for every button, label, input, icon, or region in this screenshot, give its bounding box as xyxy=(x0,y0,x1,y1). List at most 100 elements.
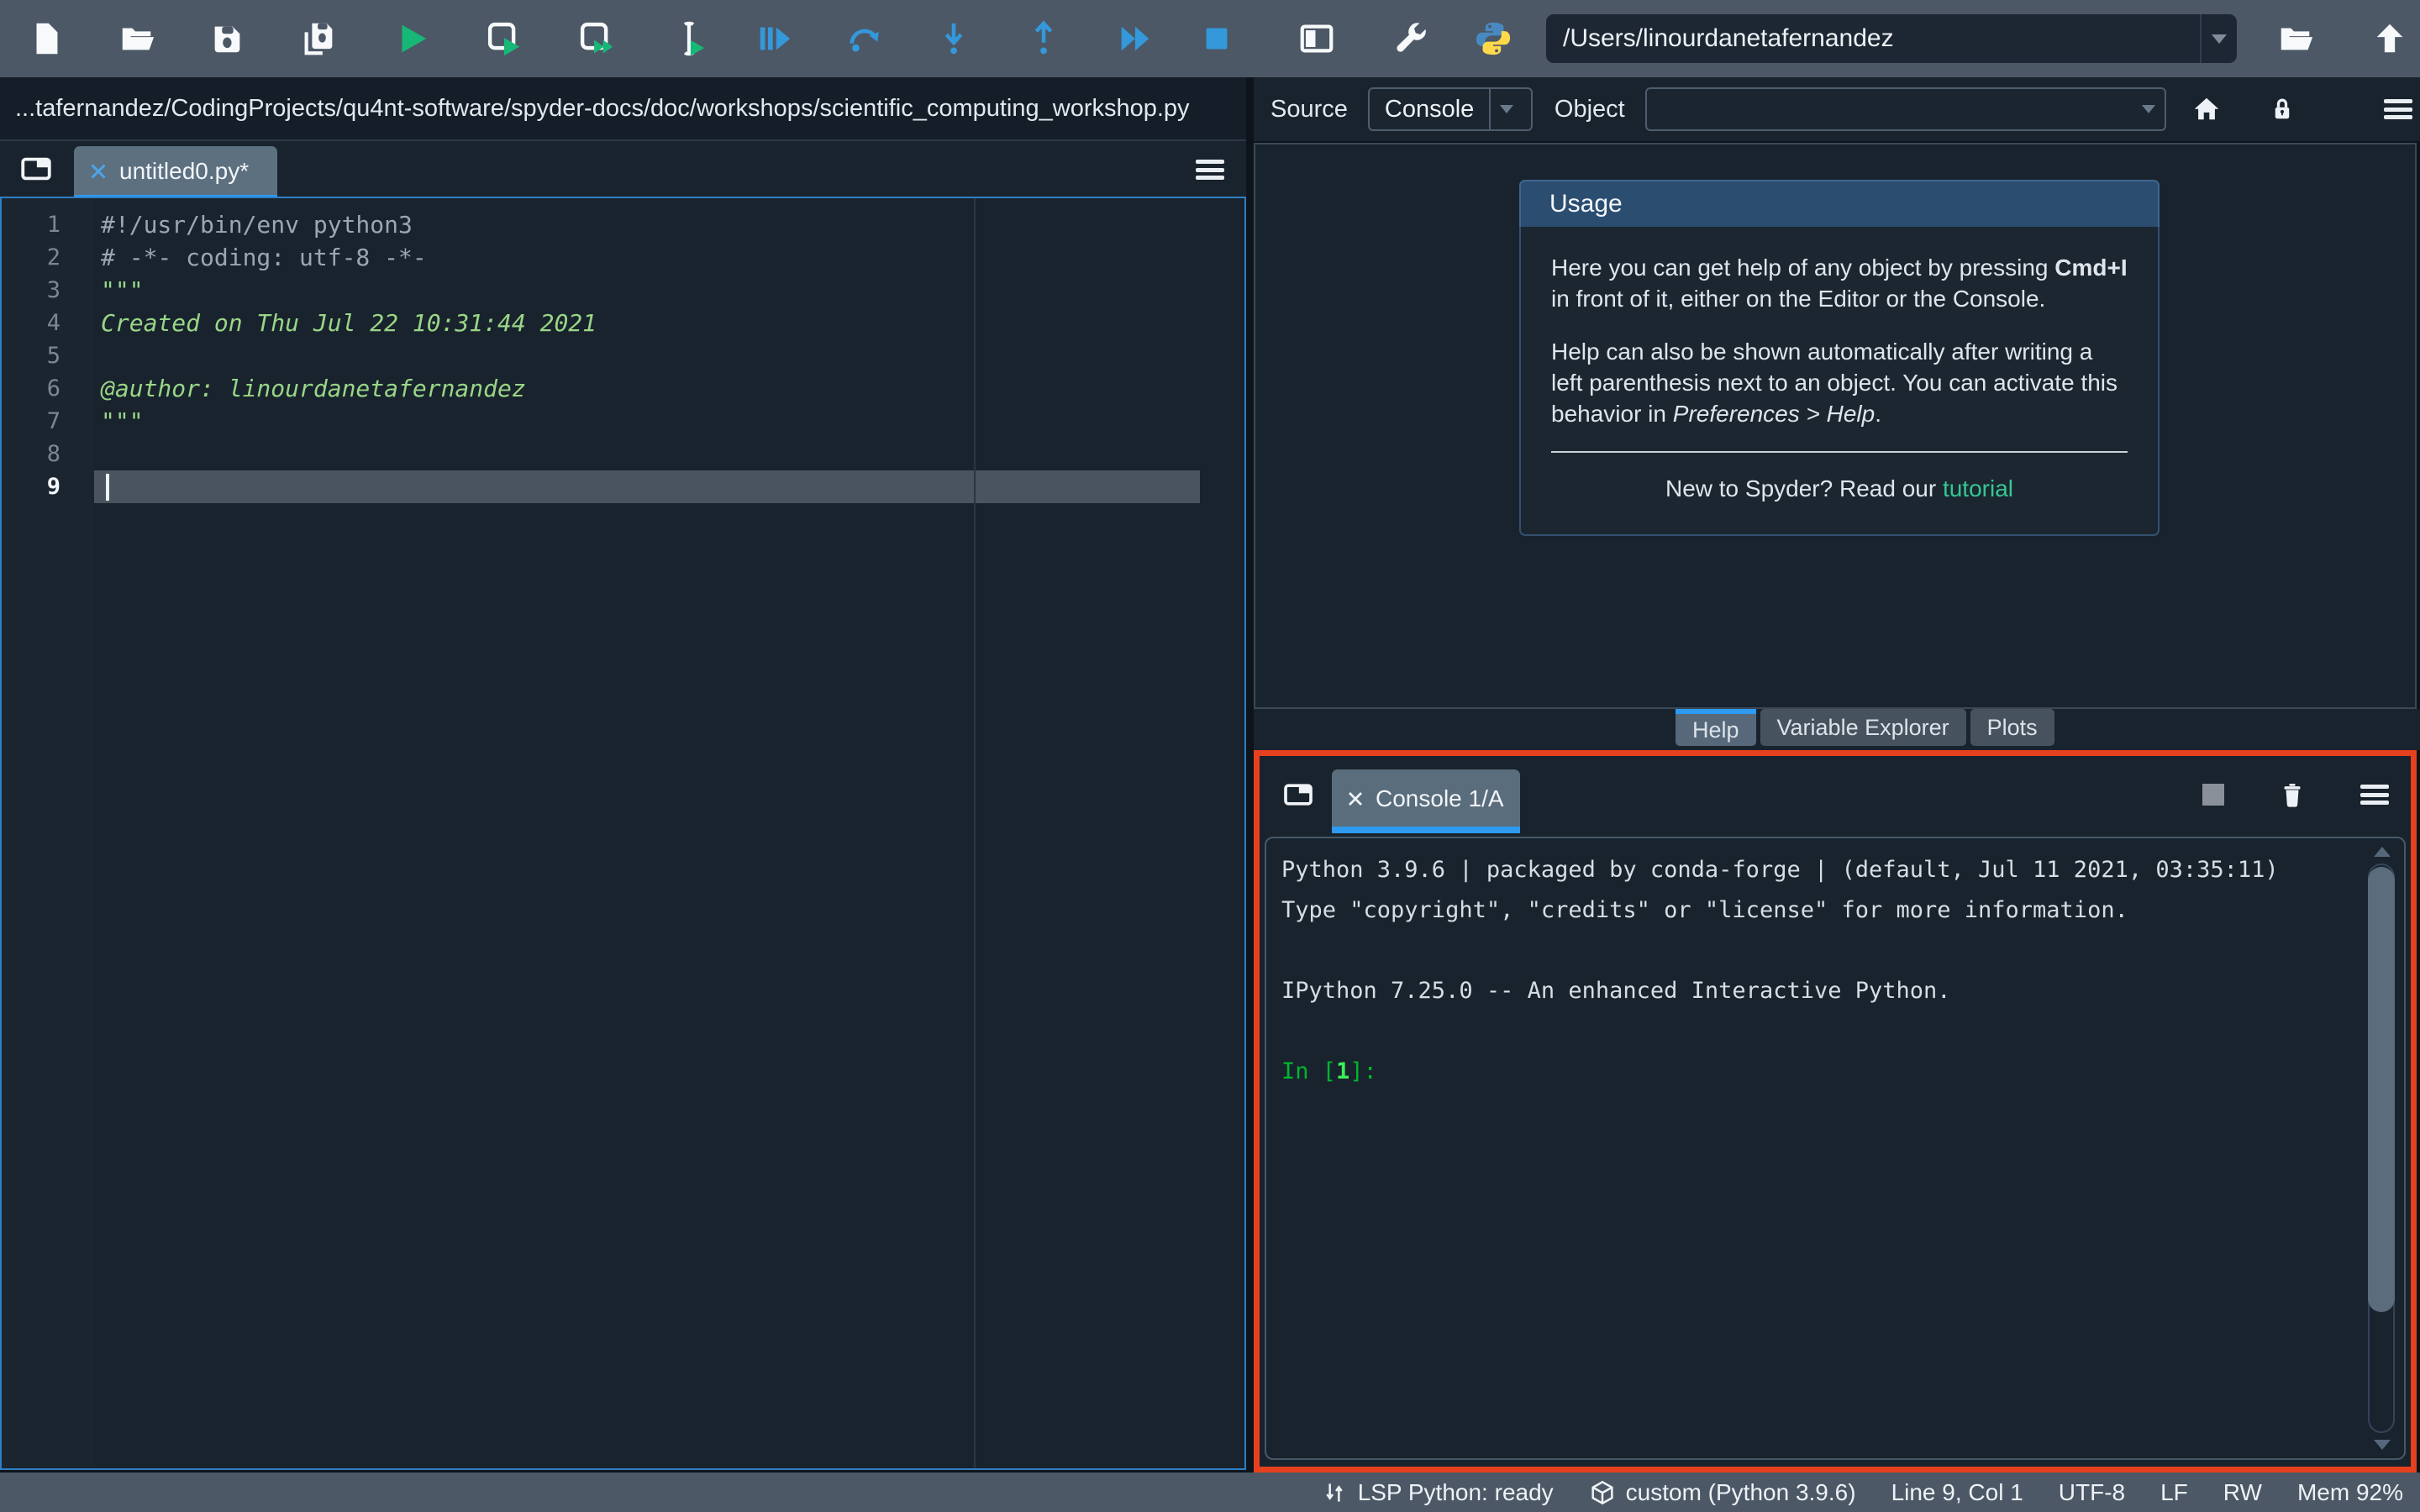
close-tab-icon[interactable] xyxy=(1345,789,1365,809)
new-file-button[interactable] xyxy=(19,0,73,77)
run-cell-button[interactable] xyxy=(477,0,531,77)
code-line: Created on Thu Jul 22 10:31:44 2021 xyxy=(94,307,1244,339)
text-cursor xyxy=(106,474,109,501)
arrow-up-icon xyxy=(2370,19,2409,58)
new-file-icon xyxy=(27,19,66,58)
code-line: @author: linourdanetafernandez xyxy=(94,372,1244,405)
usage-box: Usage Here you can get help of any objec… xyxy=(1519,180,2160,536)
run-icon xyxy=(392,19,431,58)
line-number-gutter: 1 2 3 4 5 6 7 8 9 xyxy=(2,198,94,1468)
console-output[interactable]: Python 3.9.6 | packaged by conda-forge |… xyxy=(1265,837,2406,1460)
parent-directory-button[interactable] xyxy=(2363,0,2417,77)
help-pane: Usage Here you can get help of any objec… xyxy=(1254,143,2417,709)
lock-button[interactable] xyxy=(2260,77,2304,141)
scroll-up-icon[interactable] xyxy=(2374,847,2391,857)
editor-tabbar: untitled0.py* xyxy=(0,141,1246,197)
active-tab-indicator xyxy=(1332,827,1520,833)
usage-paragraph-2: Help can also be shown automatically aft… xyxy=(1551,336,2128,429)
environment-package-icon xyxy=(1589,1479,1616,1506)
debug-button[interactable] xyxy=(747,0,801,77)
step-into-button[interactable] xyxy=(927,0,981,77)
continue-button[interactable] xyxy=(1107,0,1161,77)
code-line: """ xyxy=(94,405,1244,438)
tutorial-link[interactable]: tutorial xyxy=(1943,475,2013,501)
code-line: # -*- coding: utf-8 -*- xyxy=(94,241,1244,274)
continue-icon xyxy=(1115,19,1154,58)
tab-variable-explorer[interactable]: Variable Explorer xyxy=(1760,709,1966,746)
spyder-window: /Users/linourdanetafernandez ...tafernan… xyxy=(0,0,2420,1512)
browse-tabs-icon[interactable] xyxy=(17,151,55,186)
console-tab[interactable]: Console 1/A xyxy=(1332,769,1520,828)
editor-tab-untitled0[interactable]: untitled0.py* xyxy=(74,146,277,197)
console-options-menu-button[interactable] xyxy=(2360,785,2389,805)
python-logo-icon xyxy=(1474,19,1512,58)
breadcrumb: ...tafernandez/CodingProjects/qu4nt-soft… xyxy=(0,77,1246,141)
lsp-status: LSP Python: ready xyxy=(1321,1479,1554,1506)
tab-help[interactable]: Help xyxy=(1676,709,1756,746)
interrupt-kernel-icon[interactable] xyxy=(2202,784,2224,806)
close-tab-icon[interactable] xyxy=(87,160,109,182)
options-menu-icon xyxy=(2384,99,2412,119)
help-pane-header: Source Console Object xyxy=(1254,77,2420,141)
preferences-button[interactable] xyxy=(1383,0,1437,77)
object-combobox[interactable] xyxy=(1645,87,2166,131)
object-label: Object xyxy=(1555,96,1625,123)
maximize-pane-icon xyxy=(1297,19,1336,58)
step-over-button[interactable] xyxy=(837,0,891,77)
right-pane-tabs: Help Variable Explorer Plots xyxy=(1254,709,2420,750)
tab-plots[interactable]: Plots xyxy=(1970,709,2054,746)
code-line: #!/usr/bin/env python3 xyxy=(94,208,1244,241)
divider xyxy=(1551,451,2128,453)
maximize-pane-button[interactable] xyxy=(1290,0,1344,77)
console-prompt: In [1]: xyxy=(1281,1052,2354,1092)
editor-options-menu-button[interactable] xyxy=(1196,160,1224,180)
working-directory-dropdown[interactable] xyxy=(2200,14,2237,63)
scrollbar-thumb[interactable] xyxy=(2368,867,2395,1312)
save-all-button[interactable] xyxy=(292,0,346,77)
run-button[interactable] xyxy=(385,0,439,77)
console-line xyxy=(1281,931,2354,971)
python-environment-button[interactable] xyxy=(1466,0,1520,77)
chevron-down-icon xyxy=(2133,105,2165,113)
column-79-guide xyxy=(974,198,976,1468)
step-over-icon xyxy=(844,19,883,58)
status-bar: LSP Python: ready custom (Python 3.9.6) … xyxy=(0,1473,2420,1512)
code-line xyxy=(94,339,1244,372)
home-icon xyxy=(2191,94,2222,124)
console-tab-label: Console 1/A xyxy=(1376,785,1504,812)
code-area[interactable]: #!/usr/bin/env python3 # -*- coding: utf… xyxy=(94,198,1244,1468)
help-options-menu-button[interactable] xyxy=(2376,77,2420,141)
current-line xyxy=(94,470,1200,503)
browse-directory-button[interactable] xyxy=(2269,0,2323,77)
open-file-button[interactable] xyxy=(110,0,164,77)
code-editor[interactable]: 1 2 3 4 5 6 7 8 9 #!/usr/bin/env python3… xyxy=(0,197,1246,1470)
stop-button[interactable] xyxy=(1190,0,1244,77)
wrench-icon xyxy=(1391,19,1429,58)
save-button[interactable] xyxy=(200,0,254,77)
step-out-icon xyxy=(1024,19,1063,58)
remove-console-button trash-icon[interactable] xyxy=(2276,779,2308,811)
source-select[interactable]: Console xyxy=(1368,87,1533,131)
step-out-button[interactable] xyxy=(1017,0,1071,77)
interpreter-status[interactable]: custom (Python 3.9.6) xyxy=(1589,1479,1856,1506)
lsp-icon xyxy=(1321,1479,1348,1506)
run-cell-icon xyxy=(485,19,523,58)
scroll-down-icon[interactable] xyxy=(2374,1440,2391,1450)
working-directory-combobox[interactable]: /Users/linourdanetafernandez xyxy=(1546,14,2237,63)
console-line: Type "copyright", "credits" or "license"… xyxy=(1281,890,2354,931)
console-scrollbar[interactable] xyxy=(2365,843,2397,1453)
home-button[interactable] xyxy=(2185,77,2228,141)
console-line: Python 3.9.6 | packaged by conda-forge |… xyxy=(1281,850,2354,890)
step-into-icon xyxy=(934,19,973,58)
new-console-icon[interactable] xyxy=(1280,778,1317,811)
lock-icon xyxy=(2267,94,2297,124)
run-selection-icon xyxy=(670,19,708,58)
cursor-position-status: Line 9, Col 1 xyxy=(1891,1479,2023,1506)
folder-icon xyxy=(2276,19,2315,58)
editor-tab-label: untitled0.py* xyxy=(119,158,249,185)
console-tabbar: Console 1/A xyxy=(1260,756,2411,833)
run-selection-button[interactable] xyxy=(662,0,716,77)
run-cell-advance-button[interactable] xyxy=(570,0,623,77)
usage-footer: New to Spyder? Read our tutorial xyxy=(1551,473,2128,509)
code-line: """ xyxy=(94,274,1244,307)
